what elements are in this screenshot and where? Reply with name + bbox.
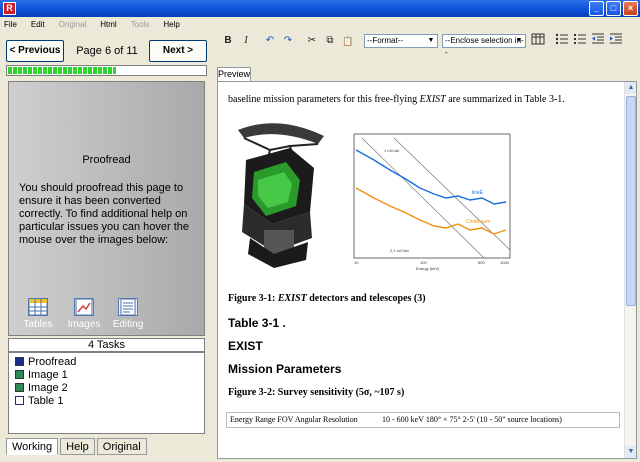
telescope-image xyxy=(238,123,324,268)
menu-file[interactable]: File xyxy=(4,20,17,29)
italic-button[interactable]: I xyxy=(238,33,254,49)
caption-text: Figure 3-1: xyxy=(228,293,278,304)
bottom-tabs: Working Help Original xyxy=(6,438,149,455)
help-images[interactable]: Images xyxy=(67,298,101,330)
format-select-value: --Format-- xyxy=(367,36,403,45)
task-label: Image 1 xyxy=(28,368,68,381)
table-icon xyxy=(28,298,48,316)
help-editing[interactable]: Editing xyxy=(111,298,145,330)
menu-tools[interactable]: Tools xyxy=(131,20,150,29)
progress-bar xyxy=(6,65,207,76)
close-button[interactable]: × xyxy=(623,1,638,16)
menu-help[interactable]: Help xyxy=(163,20,179,29)
plot-label-line: lineE xyxy=(472,190,484,196)
menu-bar: File Edit Original Html Tools Help xyxy=(0,17,640,32)
help-label-tables: Tables xyxy=(23,319,53,330)
help-label-editing: Editing xyxy=(112,319,144,330)
figure-caption-1: Figure 3-1: EXIST detectors and telescop… xyxy=(228,293,426,304)
task-label: Table 1 xyxy=(28,394,64,407)
table-row: Energy Range FOV Angular Resolution 10 -… xyxy=(226,412,620,428)
menu-edit[interactable]: Edit xyxy=(31,20,45,29)
left-panel: < Previous Page 6 of 11 Next > Proofread… xyxy=(0,32,212,462)
plot-x-tick: 100 xyxy=(420,260,427,265)
table-cell-headers: Energy Range FOV Angular Resolution xyxy=(230,415,358,424)
scroll-thumb[interactable] xyxy=(626,96,636,306)
plot-label-01mcrab: 0.1 mCrab xyxy=(390,248,409,253)
help-tables[interactable]: Tables xyxy=(21,298,55,330)
heading-mission-parameters: Mission Parameters xyxy=(228,362,342,376)
tab-help[interactable]: Help xyxy=(60,438,95,455)
previous-button[interactable]: < Previous xyxy=(6,40,64,62)
menu-html[interactable]: Html xyxy=(100,20,116,29)
tasks-header: 4 Tasks xyxy=(8,338,205,352)
preview-document: baseline mission parameters for this fre… xyxy=(217,81,637,459)
editor-toolbar: B I ↶ ↷ ✂ ⧉ 📋 --Format-- ▼ --Enclose sel… xyxy=(216,32,640,57)
undo-button[interactable]: ↶ xyxy=(262,33,278,49)
scroll-down-icon[interactable]: ▼ xyxy=(625,446,636,458)
chevron-down-icon: ▼ xyxy=(427,37,435,44)
bullet-list-icon[interactable] xyxy=(554,33,570,49)
intro-emphasis: EXIST xyxy=(419,94,446,105)
info-title: Proofread xyxy=(82,154,131,166)
minimize-button[interactable]: _ xyxy=(589,1,604,16)
cut-button[interactable]: ✂ xyxy=(304,33,320,49)
scroll-up-icon[interactable]: ▲ xyxy=(625,82,636,94)
bold-button[interactable]: B xyxy=(220,33,236,49)
plot-x-tick: 1000 xyxy=(500,260,510,265)
title-bar: R _ □ × xyxy=(0,0,640,17)
chevron-down-icon: ▼ xyxy=(515,37,523,44)
table-insert-icon[interactable] xyxy=(530,33,546,49)
numbered-list-icon[interactable] xyxy=(572,33,588,49)
help-label-images: Images xyxy=(67,319,101,330)
app-icon: R xyxy=(3,2,16,15)
figure-caption-2: Figure 3-2: Survey sensitivity (5σ, ~107… xyxy=(228,387,405,398)
tab-original[interactable]: Original xyxy=(96,438,147,455)
heading-table: Table 3-1 . xyxy=(228,316,286,330)
plot-x-label: Energy (keV) xyxy=(416,266,440,271)
info-panel: Proofread You should proofread this page… xyxy=(8,81,205,336)
vertical-scrollbar[interactable]: ▲ ▼ xyxy=(624,82,636,458)
plot-x-tick: 10 xyxy=(354,260,359,265)
info-text: You should proofread this page to ensure… xyxy=(19,182,189,246)
enclose-select-value: --Enclose selection in-- xyxy=(445,36,524,57)
intro-paragraph: baseline mission parameters for this fre… xyxy=(228,94,565,105)
enclose-select[interactable]: --Enclose selection in-- ▼ xyxy=(442,34,526,57)
caption-emphasis: EXIST xyxy=(277,293,307,304)
heading-exist: EXIST xyxy=(228,339,263,353)
format-select[interactable]: --Format-- ▼ xyxy=(364,34,438,48)
image-icon xyxy=(15,370,24,379)
tasks-list: Proofread Image 1 Image 2 Table 1 xyxy=(8,352,205,434)
document-icon xyxy=(118,298,138,316)
task-label: Image 2 xyxy=(28,381,68,394)
outdent-icon[interactable] xyxy=(590,33,606,49)
proofread-icon xyxy=(15,357,24,366)
task-table-1[interactable]: Table 1 xyxy=(15,394,204,407)
sensitivity-plot-image: lineE Continuum 1 mCrab 0.1 mCrab 10 100… xyxy=(334,130,514,272)
copy-button[interactable]: ⧉ xyxy=(322,33,338,49)
task-label: Proofread xyxy=(28,355,77,368)
indent-icon[interactable] xyxy=(608,33,624,49)
table-icon xyxy=(15,396,24,405)
progress-fill xyxy=(8,67,117,74)
menu-original[interactable]: Original xyxy=(59,20,87,29)
intro-text-end: are summarized in Table 3-1. xyxy=(445,94,565,105)
paste-button[interactable]: 📋 xyxy=(340,33,356,49)
task-image-2[interactable]: Image 2 xyxy=(15,381,204,394)
redo-button[interactable]: ↷ xyxy=(280,33,296,49)
task-image-1[interactable]: Image 1 xyxy=(15,368,204,381)
intro-text: baseline mission parameters for this fre… xyxy=(228,94,420,105)
table-cell-values: 10 - 600 keV 180° × 75° 2-5' (10 - 50" s… xyxy=(382,415,562,424)
task-proofread[interactable]: Proofread xyxy=(15,355,204,368)
plot-label-1mcrab: 1 mCrab xyxy=(384,148,400,153)
maximize-button[interactable]: □ xyxy=(606,1,621,16)
image-icon xyxy=(15,383,24,392)
caption-text-end: detectors and telescopes (3) xyxy=(306,293,426,304)
image-icon xyxy=(74,298,94,316)
page-indicator: Page 6 of 11 xyxy=(76,45,138,57)
next-button[interactable]: Next > xyxy=(149,40,207,62)
plot-label-continuum: Continuum xyxy=(466,219,490,225)
tab-working[interactable]: Working xyxy=(6,438,59,455)
plot-x-tick: 500 xyxy=(478,260,485,265)
tab-preview[interactable]: Preview xyxy=(217,67,251,81)
